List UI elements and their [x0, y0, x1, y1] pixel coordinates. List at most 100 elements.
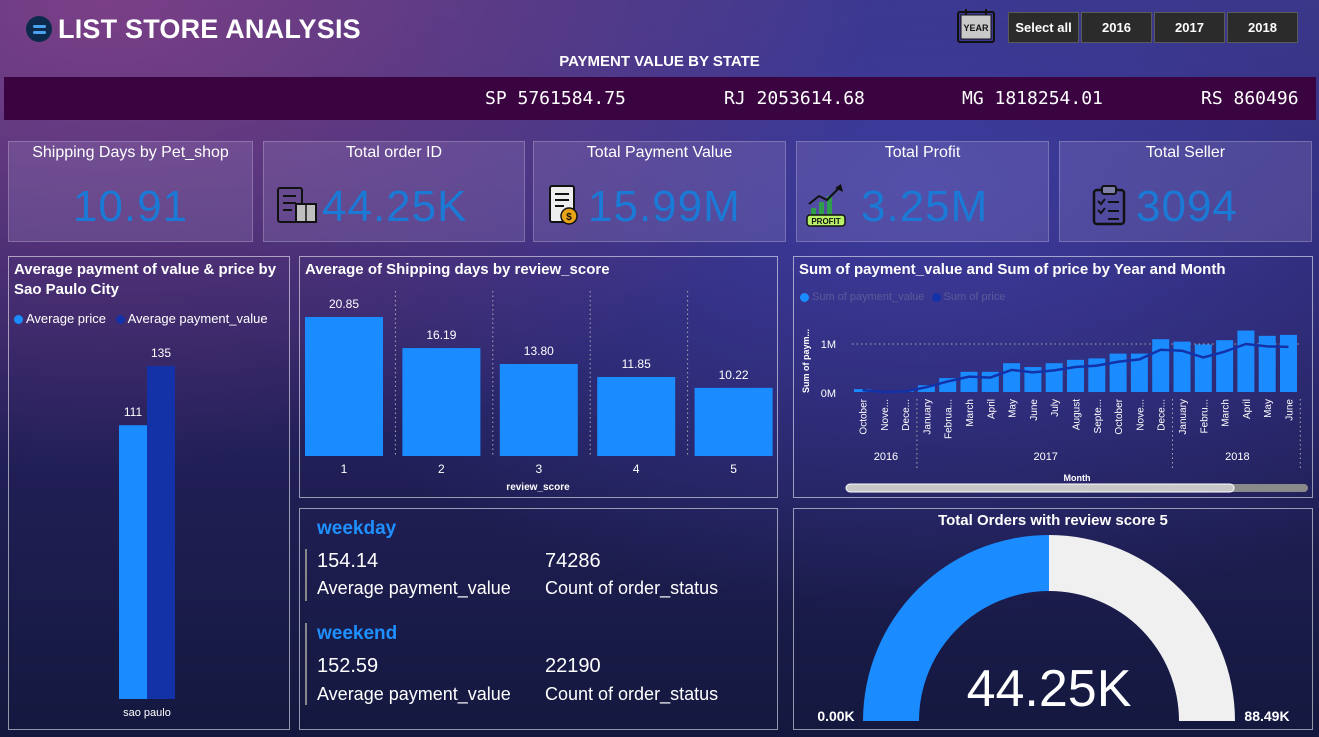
kpi-card-total-seller: Total Seller 3094 [1059, 141, 1312, 242]
gauge-max-label: 88.49K [1244, 708, 1289, 724]
weekend-avg-value: 152.59 [317, 655, 379, 677]
order-box-icon [277, 187, 317, 223]
kpi-title: Total Seller [1145, 144, 1226, 161]
year-icon-label: YEAR [963, 23, 989, 33]
bar-review-score-4 [597, 377, 676, 456]
y-tick-label: 0M [821, 388, 836, 400]
panel-weekday-weekend: weekday 154.14 Average payment_value 742… [299, 508, 778, 730]
kpi-title: Total order ID [345, 144, 443, 161]
bar-review-score-1 [305, 317, 383, 456]
weekend-heading: weekend [317, 623, 398, 644]
state-payment-ticker: SP 5761584.75 RJ 2053614.68 MG 1818254.0… [4, 77, 1316, 120]
weekend-count-value: 22190 [545, 655, 601, 677]
weekday-heading: weekday [317, 518, 397, 539]
svg-text:$: $ [566, 212, 572, 223]
weekend-avg-label: Average payment_value [317, 684, 511, 704]
slicer-2016[interactable]: 2016 [1081, 12, 1152, 43]
weekday-avg-value: 154.14 [317, 550, 379, 572]
x-tick-label: Septe... [1093, 399, 1104, 433]
kpi-value: 10.91 [72, 182, 189, 231]
weekend-divider [305, 623, 307, 705]
menu-logo-icon [26, 16, 52, 42]
state-item-rj: RJ 2053614.68 [724, 88, 865, 109]
year-label: 2016 [874, 451, 898, 463]
x-tick-label: June [1029, 399, 1040, 421]
profit-chart-icon: PROFIT [806, 184, 846, 227]
x-tick-label: 2 [438, 462, 445, 476]
gauge-chart: 44.25K 0.00K 88.49K [817, 535, 1290, 724]
bar-payment-value [1216, 340, 1234, 392]
calendar-year-icon[interactable]: YEAR [956, 7, 996, 45]
bar-average-price [119, 425, 147, 699]
slicer-2017[interactable]: 2017 [1154, 12, 1225, 43]
state-item-sp: SP 5761584.75 [485, 88, 626, 109]
panel-shipping-by-review: Average of Shipping days by review_score… [299, 256, 778, 498]
kpi-card-total-order: Total order ID 44.25K [263, 141, 525, 242]
gauge-value-label: 44.25K [967, 660, 1132, 718]
y-axis-title: Sum of paym... [801, 329, 811, 393]
x-tick-label: October [859, 398, 870, 434]
x-tick-label: August [1072, 399, 1083, 430]
panel-review-score-gauge: Total Orders with review score 5 44.25K 0… [793, 508, 1313, 730]
x-axis-title: Month [1064, 473, 1091, 483]
review-score-bar-chart: 20.85 1 16.19 2 13.80 3 11.85 4 10.22 5 review_sco… [305, 291, 773, 493]
bar-payment-value [1194, 344, 1212, 392]
data-label: 111 [124, 405, 143, 419]
kpi-value: 3.25M [861, 182, 989, 231]
weekend-count-label: Count of order_status [545, 684, 719, 704]
bar-payment-value [1003, 363, 1021, 392]
data-label: 13.80 [524, 344, 554, 358]
bar-payment-value [1237, 330, 1255, 392]
gauge-min-label: 0.00K [817, 708, 854, 724]
scrollbar-thumb [845, 483, 1235, 493]
page-title: LIST STORE ANALYSIS [58, 13, 361, 44]
bar-payment-value [1067, 359, 1084, 392]
invoice-coin-icon: $ [549, 185, 578, 225]
x-tick-label: July [1050, 399, 1061, 417]
bar-review-score-2 [402, 348, 481, 456]
x-tick-label: 1 [341, 462, 348, 476]
x-tick-label: Nove... [880, 399, 891, 431]
bar-payment-value [1109, 353, 1127, 392]
data-label: 135 [151, 346, 171, 360]
x-tick-label: June [1285, 399, 1296, 421]
x-tick-label: Dece... [1157, 399, 1168, 431]
panel-sao-paulo-average: Average payment of value & price by Sao … [8, 256, 290, 730]
x-axis-title: review_score [506, 482, 570, 493]
bar-review-score-5 [694, 387, 773, 456]
weekday-count-value: 74286 [545, 550, 601, 572]
sao-paulo-bar-chart: 111 135 sao paulo [119, 346, 175, 719]
profit-icon-label: PROFIT [811, 217, 840, 226]
x-tick-label: January [922, 399, 933, 435]
bar-payment-value [1280, 334, 1297, 392]
x-tick-label: Nove... [1135, 399, 1146, 431]
year-label: 2017 [1033, 451, 1057, 463]
y-tick-label: 1M [821, 339, 836, 351]
kpi-title: Shipping Days by Pet_shop [32, 144, 229, 161]
x-tick-label: April [1242, 399, 1253, 419]
x-tick-label: Dece... [901, 399, 912, 431]
x-tick-label: April [986, 399, 997, 419]
x-tick-label: March [1221, 399, 1232, 427]
dashboard-title: LIST STORE ANALYSIS [26, 12, 361, 46]
bar-payment-value [1045, 363, 1063, 392]
data-label: 11.85 [622, 357, 651, 371]
x-tick-label: 3 [535, 462, 542, 476]
panel-payment-by-month: Sum of payment_value and Sum of price by… [793, 256, 1313, 498]
kpi-value: 15.99M [588, 182, 741, 231]
slicer-select-all[interactable]: Select all [1008, 12, 1079, 43]
bar-review-score-3 [499, 364, 578, 456]
slicer-2018[interactable]: 2018 [1227, 12, 1298, 43]
x-tick-label: March [965, 399, 976, 427]
year-label: 2018 [1225, 451, 1249, 463]
monthly-combo-chart: Sum of paym... 1M 0M October Nove... Dece... J… [801, 329, 1308, 493]
data-label: 20.85 [329, 297, 359, 311]
kpi-card-total-payment: Total Payment Value $ 15.99M [533, 141, 786, 242]
x-tick-label: sao paulo [123, 707, 171, 719]
x-tick-label: May [1008, 399, 1019, 418]
x-tick-label: Febru... [1199, 399, 1210, 433]
state-item-rs: RS 860496 [1201, 88, 1299, 109]
weekday-count-label: Count of order_status [545, 578, 719, 598]
weekday-avg-label: Average payment_value [317, 578, 511, 598]
data-label: 10.22 [719, 368, 749, 382]
